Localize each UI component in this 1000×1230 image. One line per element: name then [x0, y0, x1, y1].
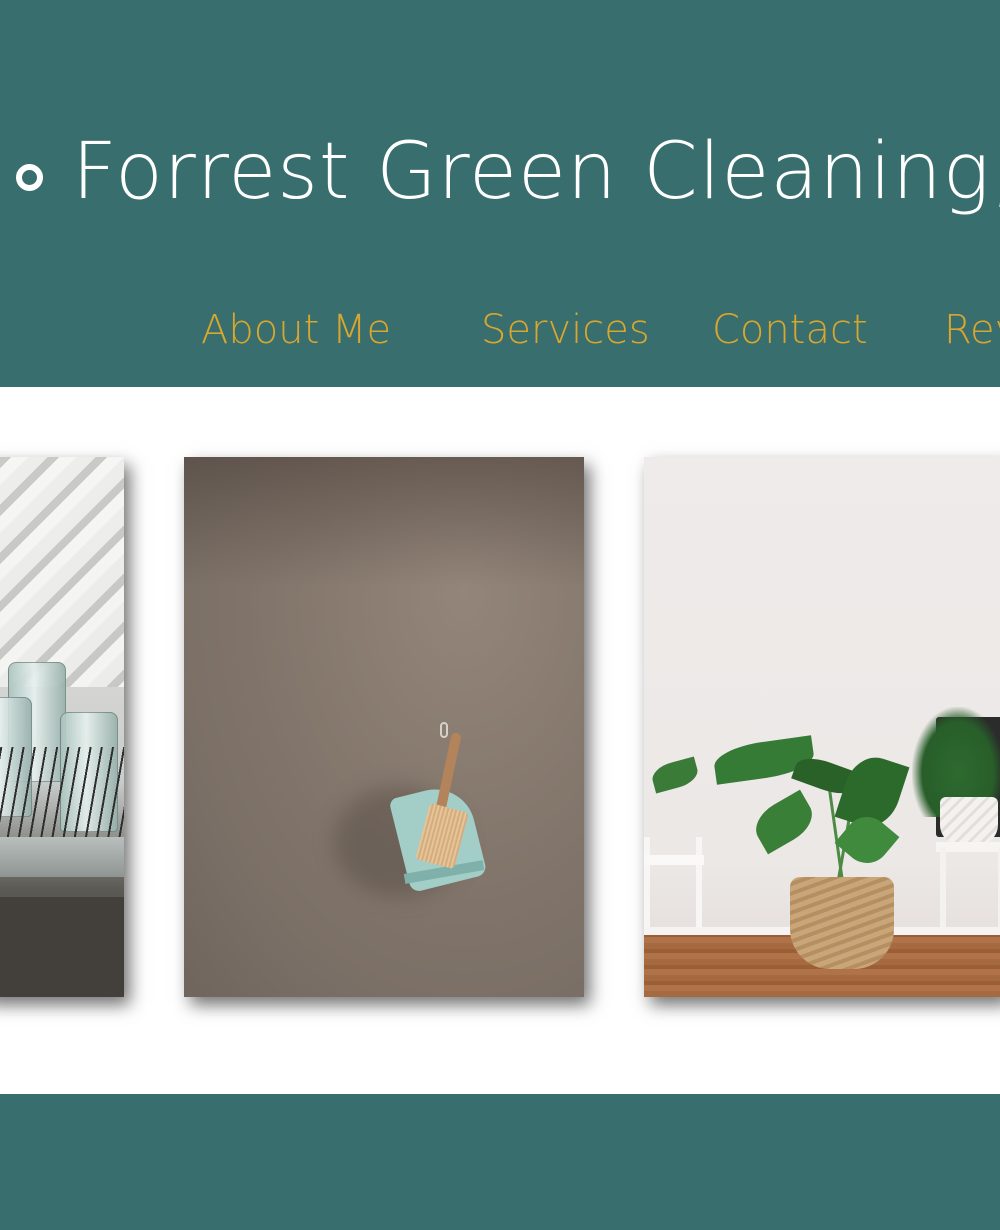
photo-detail [0, 457, 124, 687]
photo-detail [649, 756, 701, 794]
circle-outline-icon [16, 164, 43, 191]
photo-detail [748, 789, 820, 855]
site-title[interactable]: Forrest Green Cleaning, [72, 120, 1000, 224]
photo-detail [644, 855, 704, 865]
main-nav: About Me Services Contact Rev [0, 300, 1000, 364]
site-header: Forrest Green Cleaning, About Me Service… [0, 0, 1000, 387]
photo-detail [790, 877, 894, 969]
nav-link-reviews[interactable]: Rev [944, 300, 1000, 360]
nav-link-services[interactable]: Services [481, 300, 650, 360]
gallery-photo-plants[interactable] [644, 457, 1000, 997]
photo-detail [0, 837, 124, 877]
nav-link-contact[interactable]: Contact [712, 300, 868, 360]
gallery-photo-glasses[interactable] [0, 457, 124, 997]
photo-detail [0, 897, 124, 997]
nav-link-about-me[interactable]: About Me [201, 300, 391, 360]
photo-detail [440, 722, 448, 738]
site-footer [0, 1094, 1000, 1230]
photo-gallery [0, 387, 1000, 1094]
photo-detail [940, 797, 998, 845]
title-row: Forrest Green Cleaning, [0, 120, 1000, 230]
photo-detail [184, 457, 584, 587]
gallery-photo-dustpan[interactable] [184, 457, 584, 997]
